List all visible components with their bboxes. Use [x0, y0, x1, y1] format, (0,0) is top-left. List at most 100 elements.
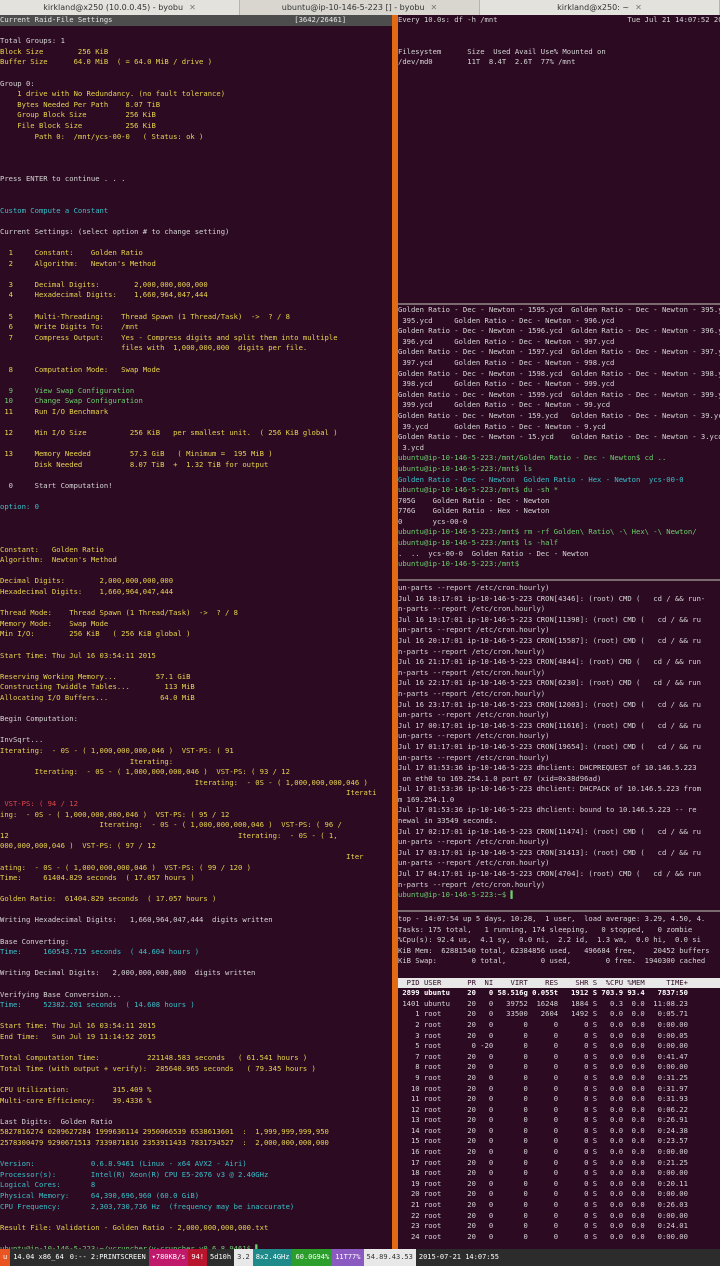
terminal-line: Golden Ratio - Dec - Newton - 1595.ycd G…: [398, 305, 720, 314]
terminal-line: 13 Memory Needed 57.3 GiB ( Minimum = 19…: [0, 449, 273, 459]
terminal-line: Golden Ratio - Dec - Newton - 15.ycd Gol…: [398, 432, 720, 442]
close-icon[interactable]: ✕: [635, 3, 642, 12]
tab-ubuntu-byobu[interactable]: ubuntu@ip-10-146-5-223 [] - byobu ✕: [240, 0, 480, 15]
close-icon[interactable]: ✕: [189, 3, 196, 12]
terminal-line: 0 ycs-00-0: [398, 516, 468, 526]
terminal-line: Jul 17 01:53:36 ip-10-146-5-223 dhclient…: [398, 784, 701, 794]
terminal-line: 000,000,000,046 ) VST-PS: ( 97 / 12: [0, 841, 156, 851]
ycruncher-terminal-pane[interactable]: Current Raid-File Settings [3642/26461] …: [0, 15, 392, 1249]
terminal-line: Disk Needed 8.07 TiB + 1.32 TiB for outp…: [0, 459, 269, 469]
terminal-line: 2 Algorithm: Newton's Method: [0, 258, 156, 268]
terminal-line: 12 Iterating: - 0S - ( 1,: [0, 830, 338, 840]
terminal-line: Min I/O: 256 KiB ( 256 KiB global ): [0, 629, 191, 639]
horizontal-pane-divider[interactable]: [398, 579, 720, 581]
terminal-line: Tasks: 175 total, 1 running, 174 sleepin…: [398, 924, 693, 934]
terminal-line: 20 root 20 0 0 0 0 S 0.0 0.0 0:00.00: [398, 1189, 688, 1199]
top-process-pane[interactable]: top - 14:07:54 up 5 days, 10:28, 1 user,…: [398, 914, 720, 1249]
syslog-pane[interactable]: un-parts --report /etc/cron.hourly) Jul 1…: [398, 583, 720, 909]
terminal-line: Iterati: [0, 788, 377, 798]
terminal-line: Total Computation Time: 221148.583 secon…: [0, 1053, 308, 1063]
terminal-line: Jul 16 23:17:01 ip-10-146-5-223 CRON[120…: [398, 699, 701, 709]
terminal-line: 13 root 20 0 0 0 0 S 0.0 0.0 0:26.91: [398, 1115, 688, 1125]
terminal-line: 7 Compress Output: Yes - Compress digits…: [0, 332, 338, 342]
terminal-line: Jul 17 03:17:01 ip-10-146-5-223 CRON[314…: [398, 847, 701, 857]
terminal-line: Buffer Size 64.0 MiB ( = 64.0 MiB / driv…: [0, 57, 213, 67]
terminal-line: 14 root 20 0 0 0 0 S 0.0 0.0 0:24.38: [398, 1125, 688, 1135]
tab-kirkland-home[interactable]: kirkland@x250: ~ ✕: [480, 0, 720, 15]
terminal-line: Golden Ratio: 61404.829 seconds ( 17.057…: [0, 894, 217, 904]
close-icon[interactable]: ✕: [431, 3, 438, 12]
terminal-line: 6 Write Digits To: /mnt: [0, 322, 139, 332]
terminal-line: un-parts --report /etc/cron.hourly): [398, 752, 550, 762]
terminal-line: Current Settings: (select option # to ch…: [0, 226, 230, 236]
terminal-line: 776G Golden Ratio - Hex - Newton: [398, 506, 550, 516]
df-watch-pane[interactable]: Every 10.0s: df -h /mnt Tue Jul 21 14:07…: [398, 15, 720, 305]
terminal-line: Iterating: - 0S - ( 1,000,000,000,046 ) …: [0, 745, 234, 755]
terminal-line: KiB Mem: 62881540 total, 62384856 used, …: [398, 945, 710, 955]
terminal-line: KiB Swap: 0 total, 0 used, 0 free. 19403…: [398, 956, 706, 966]
status-segment: 94!: [188, 1249, 208, 1266]
terminal-line: 7 root 20 0 0 0 0 S 0.0 0.0 0:41.47: [398, 1051, 688, 1061]
terminal-line: Golden Ratio - Dec - Newton - 1598.ycd G…: [398, 368, 720, 378]
terminal-line: 705G Golden Ratio - Dec - Newton: [398, 495, 550, 505]
terminal-line: 399.ycd Golden Ratio - Dec - Newton - 99…: [398, 400, 611, 410]
terminal-line: ubuntu@ip-10-146-5-223:/mnt$ ls -half: [398, 538, 559, 548]
tab-kirkland-byobu[interactable]: kirkland@x250 (10.0.0.45) - byobu ✕: [0, 0, 240, 15]
terminal-line: 398.ycd Golden Ratio - Dec - Newton - 99…: [398, 379, 615, 389]
terminal-line: Base Converting:: [0, 936, 70, 946]
terminal-line: ubuntu@ip-10-146-5-223:/mnt$ rm -rf Gold…: [398, 527, 697, 537]
terminal-line: Total Groups: 1: [0, 36, 65, 46]
terminal-line: 8 root 20 0 0 0 0 S 0.0 0.0 0:00.00: [398, 1062, 688, 1072]
tab-label: ubuntu@ip-10-146-5-223 [] - byobu: [281, 3, 425, 12]
terminal-line: n-parts --report /etc/cron.hourly): [398, 646, 546, 656]
terminal-line: Golden Ratio - Dec - Newton Golden Ratio…: [398, 474, 684, 484]
terminal-line: Result File: Validation - Golden Ratio -…: [0, 1222, 269, 1232]
terminal-line: Iterating: - 0S - ( 1,000,000,000,046 ) …: [0, 767, 290, 777]
terminal-line: 0 Start Computation!: [0, 481, 113, 491]
terminal-line: Every 10.0s: df -h /mnt Tue Jul 21 14:07…: [398, 15, 720, 24]
status-segment: 2015-07-21 14:07:55: [415, 1249, 502, 1266]
terminal-line: Filesystem Size Used Avail Use% Mounted …: [398, 46, 606, 56]
terminal-line: 11 root 20 0 0 0 0 S 0.0 0.0 0:31.93: [398, 1094, 688, 1104]
terminal-line: Bytes Needed Per Path 8.07 TiB: [0, 99, 161, 109]
byobu-status-bar: u 14.04 x86_64 0:-- 2:PRINTSCREEN ▾780KB/s 9…: [0, 1249, 720, 1266]
status-segment: 3.2: [234, 1249, 253, 1266]
status-segment: 54.89.43.53: [363, 1249, 416, 1266]
terminal-line: Begin Computation:: [0, 714, 78, 724]
terminal-line: File Block Size 256 KiB: [0, 120, 156, 130]
terminal-line: Multi-core Efficiency: 39.4336 %: [0, 1095, 152, 1105]
terminal-line: Time: 61404.829 seconds ( 17.057 hours ): [0, 873, 195, 883]
terminal-line: ubuntu@ip-10-146-5-223:~$ ▌: [398, 890, 515, 900]
terminal-line: 15 root 20 0 0 0 0 S 0.0 0.0 0:23.57: [398, 1136, 688, 1146]
terminal-tab-bar: kirkland@x250 (10.0.0.45) - byobu ✕ ubunt…: [0, 0, 720, 15]
terminal-line: ing: - 0S - ( 1,000,000,000,046 ) VST-PS…: [0, 809, 230, 819]
terminal-line: End Time: Sun Jul 19 11:14:52 2015: [0, 1032, 156, 1041]
terminal-line: 9 root 20 0 0 0 0 S 0.0 0.0 0:31.25: [398, 1072, 688, 1082]
status-segment: ▾780KB/s: [148, 1249, 189, 1266]
terminal-line: Jul 17 02:17:01 ip-10-146-5-223 CRON[114…: [398, 826, 701, 836]
file-listing-pane[interactable]: Golden Ratio - Dec - Newton - 1595.ycd G…: [398, 305, 720, 577]
terminal-line: Logical Cores: 8: [0, 1180, 96, 1190]
terminal-line: 9 View Swap Configuration: [0, 385, 135, 395]
horizontal-pane-divider[interactable]: [398, 910, 720, 912]
terminal-line: ubuntu@ip-10-146-5-223:/mnt$ du -sh *: [398, 485, 559, 495]
terminal-line: m 169.254.1.0: [398, 794, 455, 804]
terminal-line: 39.ycd Golden Ratio - Dec - Newton - 9.y…: [398, 421, 606, 431]
status-segment: 8x2.4GHz: [252, 1249, 293, 1266]
terminal-line: 19 root 20 0 0 0 0 S 0.0 0.0 0:20.11: [398, 1178, 688, 1188]
status-segment: u: [0, 1249, 11, 1266]
terminal-line: Path 0: /mnt/ycs-00-0 ( Status: ok ): [0, 131, 204, 141]
